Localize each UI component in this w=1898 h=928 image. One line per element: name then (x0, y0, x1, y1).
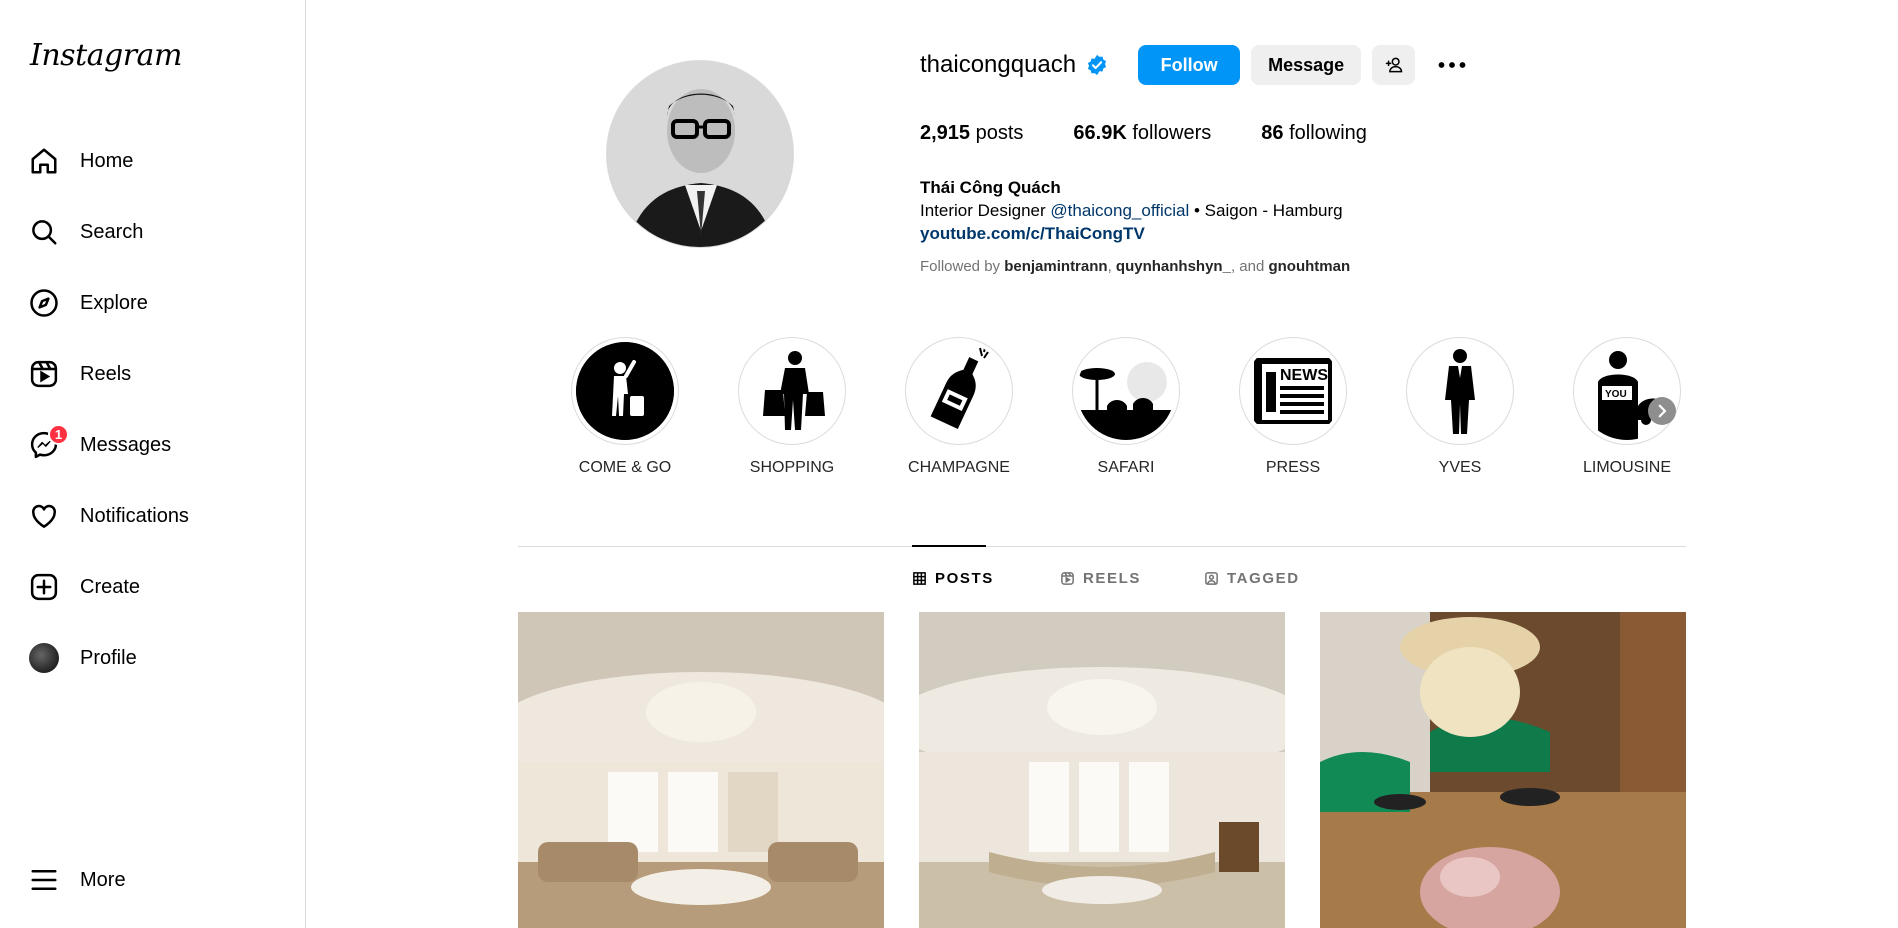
highlight-label: YVES (1438, 459, 1482, 476)
highlight-shopping[interactable]: SHOPPING (737, 337, 847, 477)
chauffeur-icon: YOU (1598, 351, 1669, 440)
instagram-logo[interactable]: Instagram (30, 38, 182, 73)
sidebar-item-home[interactable]: Home (28, 137, 288, 185)
profile-username: thaicongquach (920, 51, 1077, 78)
active-tab-indicator (912, 545, 986, 547)
highlights-next-button[interactable] (1648, 397, 1676, 425)
newspaper-icon: NEWS (1254, 358, 1332, 424)
tag-icon (1205, 572, 1218, 585)
man-in-suit-icon (1445, 349, 1475, 434)
posts-count: 2,915 posts (920, 122, 1024, 144)
sidebar-item-more[interactable]: More (28, 856, 288, 904)
grid-icon (913, 572, 926, 585)
shopper-icon (763, 351, 825, 430)
post-thumbnail[interactable] (518, 612, 884, 928)
highlight-safari[interactable]: SAFARI (1071, 337, 1181, 477)
safari-landscape-icon (1077, 342, 1175, 440)
highlight-come-go[interactable]: COME & GO (570, 337, 680, 477)
profile-bio: Thái Công Quách Interior Designer @thaic… (920, 176, 1343, 245)
followers-count[interactable]: 66.9K followers (1073, 122, 1211, 145)
verified-badge-icon (1088, 54, 1107, 76)
sidebar-item-search[interactable]: Search (28, 208, 288, 256)
reels-icon (1061, 572, 1074, 585)
reels-icon (28, 358, 60, 390)
sidebar-item-explore[interactable]: Explore (28, 279, 288, 327)
chevron-right-icon (1658, 404, 1667, 418)
interior-photo (919, 612, 1285, 928)
plus-square-icon (28, 571, 60, 603)
highlight-label: SHOPPING (749, 459, 835, 476)
sidebar-item-label: Notifications (80, 504, 189, 527)
bio-website-link[interactable]: youtube.com/c/ThaiCongTV (920, 222, 1343, 245)
tab-posts[interactable]: POSTS (912, 570, 994, 587)
sidebar-item-label: Create (80, 575, 141, 598)
post-thumbnail[interactable] (919, 612, 1285, 928)
message-button[interactable]: Message (1251, 45, 1362, 85)
follow-button[interactable]: Follow (1138, 45, 1241, 85)
sidebar: Instagram Home Search Explore Reels 1 Me… (0, 0, 306, 928)
tab-tagged[interactable]: TAGGED (1204, 570, 1300, 587)
sidebar-item-label: Home (80, 149, 134, 172)
chauffeur-sign-text: YOU (1605, 389, 1627, 400)
compass-icon (28, 287, 60, 319)
sidebar-item-label: Messages (80, 433, 172, 456)
sidebar-item-reels[interactable]: Reels (28, 350, 288, 398)
highlight-press[interactable]: NEWS PRESS (1238, 337, 1348, 477)
heart-icon (28, 500, 60, 532)
profile-avatar[interactable] (606, 60, 794, 248)
newspaper-headline: NEWS (1280, 367, 1328, 384)
tab-label: POSTS (935, 570, 994, 587)
highlight-label: COME & GO (578, 459, 672, 476)
sidebar-item-create[interactable]: Create (28, 563, 288, 611)
interior-photo (1320, 612, 1686, 928)
tab-reels[interactable]: REELS (1060, 570, 1141, 587)
sidebar-item-label: More (80, 868, 126, 891)
sidebar-item-notifications[interactable]: Notifications (28, 492, 288, 540)
sidebar-item-label: Explore (80, 291, 148, 314)
traveler-icon (576, 342, 674, 440)
sidebar-item-messages[interactable]: 1 Messages (28, 421, 288, 469)
tab-label: REELS (1083, 570, 1142, 587)
profile-header: thaicongquach Follow Message (920, 45, 1469, 85)
suggest-users-button[interactable] (1372, 45, 1416, 85)
tab-label: TAGGED (1227, 570, 1300, 587)
sidebar-item-label: Search (80, 220, 144, 243)
messenger-icon: 1 (28, 424, 69, 461)
more-horizontal-icon (1438, 62, 1466, 68)
highlight-label: LIMOUSINE (1582, 459, 1671, 476)
messages-badge: 1 (48, 424, 69, 445)
highlight-label: PRESS (1265, 459, 1321, 476)
profile-full-name: Thái Công Quách (920, 178, 1061, 197)
bio-line: Interior Designer @thaicong_official • S… (920, 201, 1343, 220)
sidebar-item-profile[interactable]: Profile (28, 634, 288, 682)
interior-photo (518, 612, 884, 928)
profile-stats: 2,915 posts 66.9K followers 86 following (920, 122, 1417, 145)
more-options-button[interactable] (1435, 45, 1469, 85)
bio-mention-link[interactable]: @thaicong_official (1050, 201, 1189, 220)
menu-icon (28, 864, 60, 896)
tabs-divider (518, 546, 1686, 547)
highlight-yves[interactable]: YVES (1405, 337, 1515, 477)
following-count[interactable]: 86 following (1261, 122, 1367, 145)
search-icon (28, 216, 60, 248)
sidebar-item-label: Profile (80, 646, 137, 669)
highlight-champagne[interactable]: CHAMPAGNE (904, 337, 1014, 477)
highlight-label: CHAMPAGNE (908, 459, 1010, 476)
sidebar-item-label: Reels (80, 362, 132, 385)
add-person-icon (1385, 57, 1402, 73)
home-icon (28, 145, 60, 177)
champagne-bottle-icon (930, 343, 989, 430)
post-thumbnail[interactable] (1320, 612, 1686, 928)
avatar (28, 642, 60, 674)
highlight-label: SAFARI (1097, 459, 1155, 476)
followed-by[interactable]: Followed by benjamintrann, quynhanhshyn_… (920, 258, 1350, 275)
